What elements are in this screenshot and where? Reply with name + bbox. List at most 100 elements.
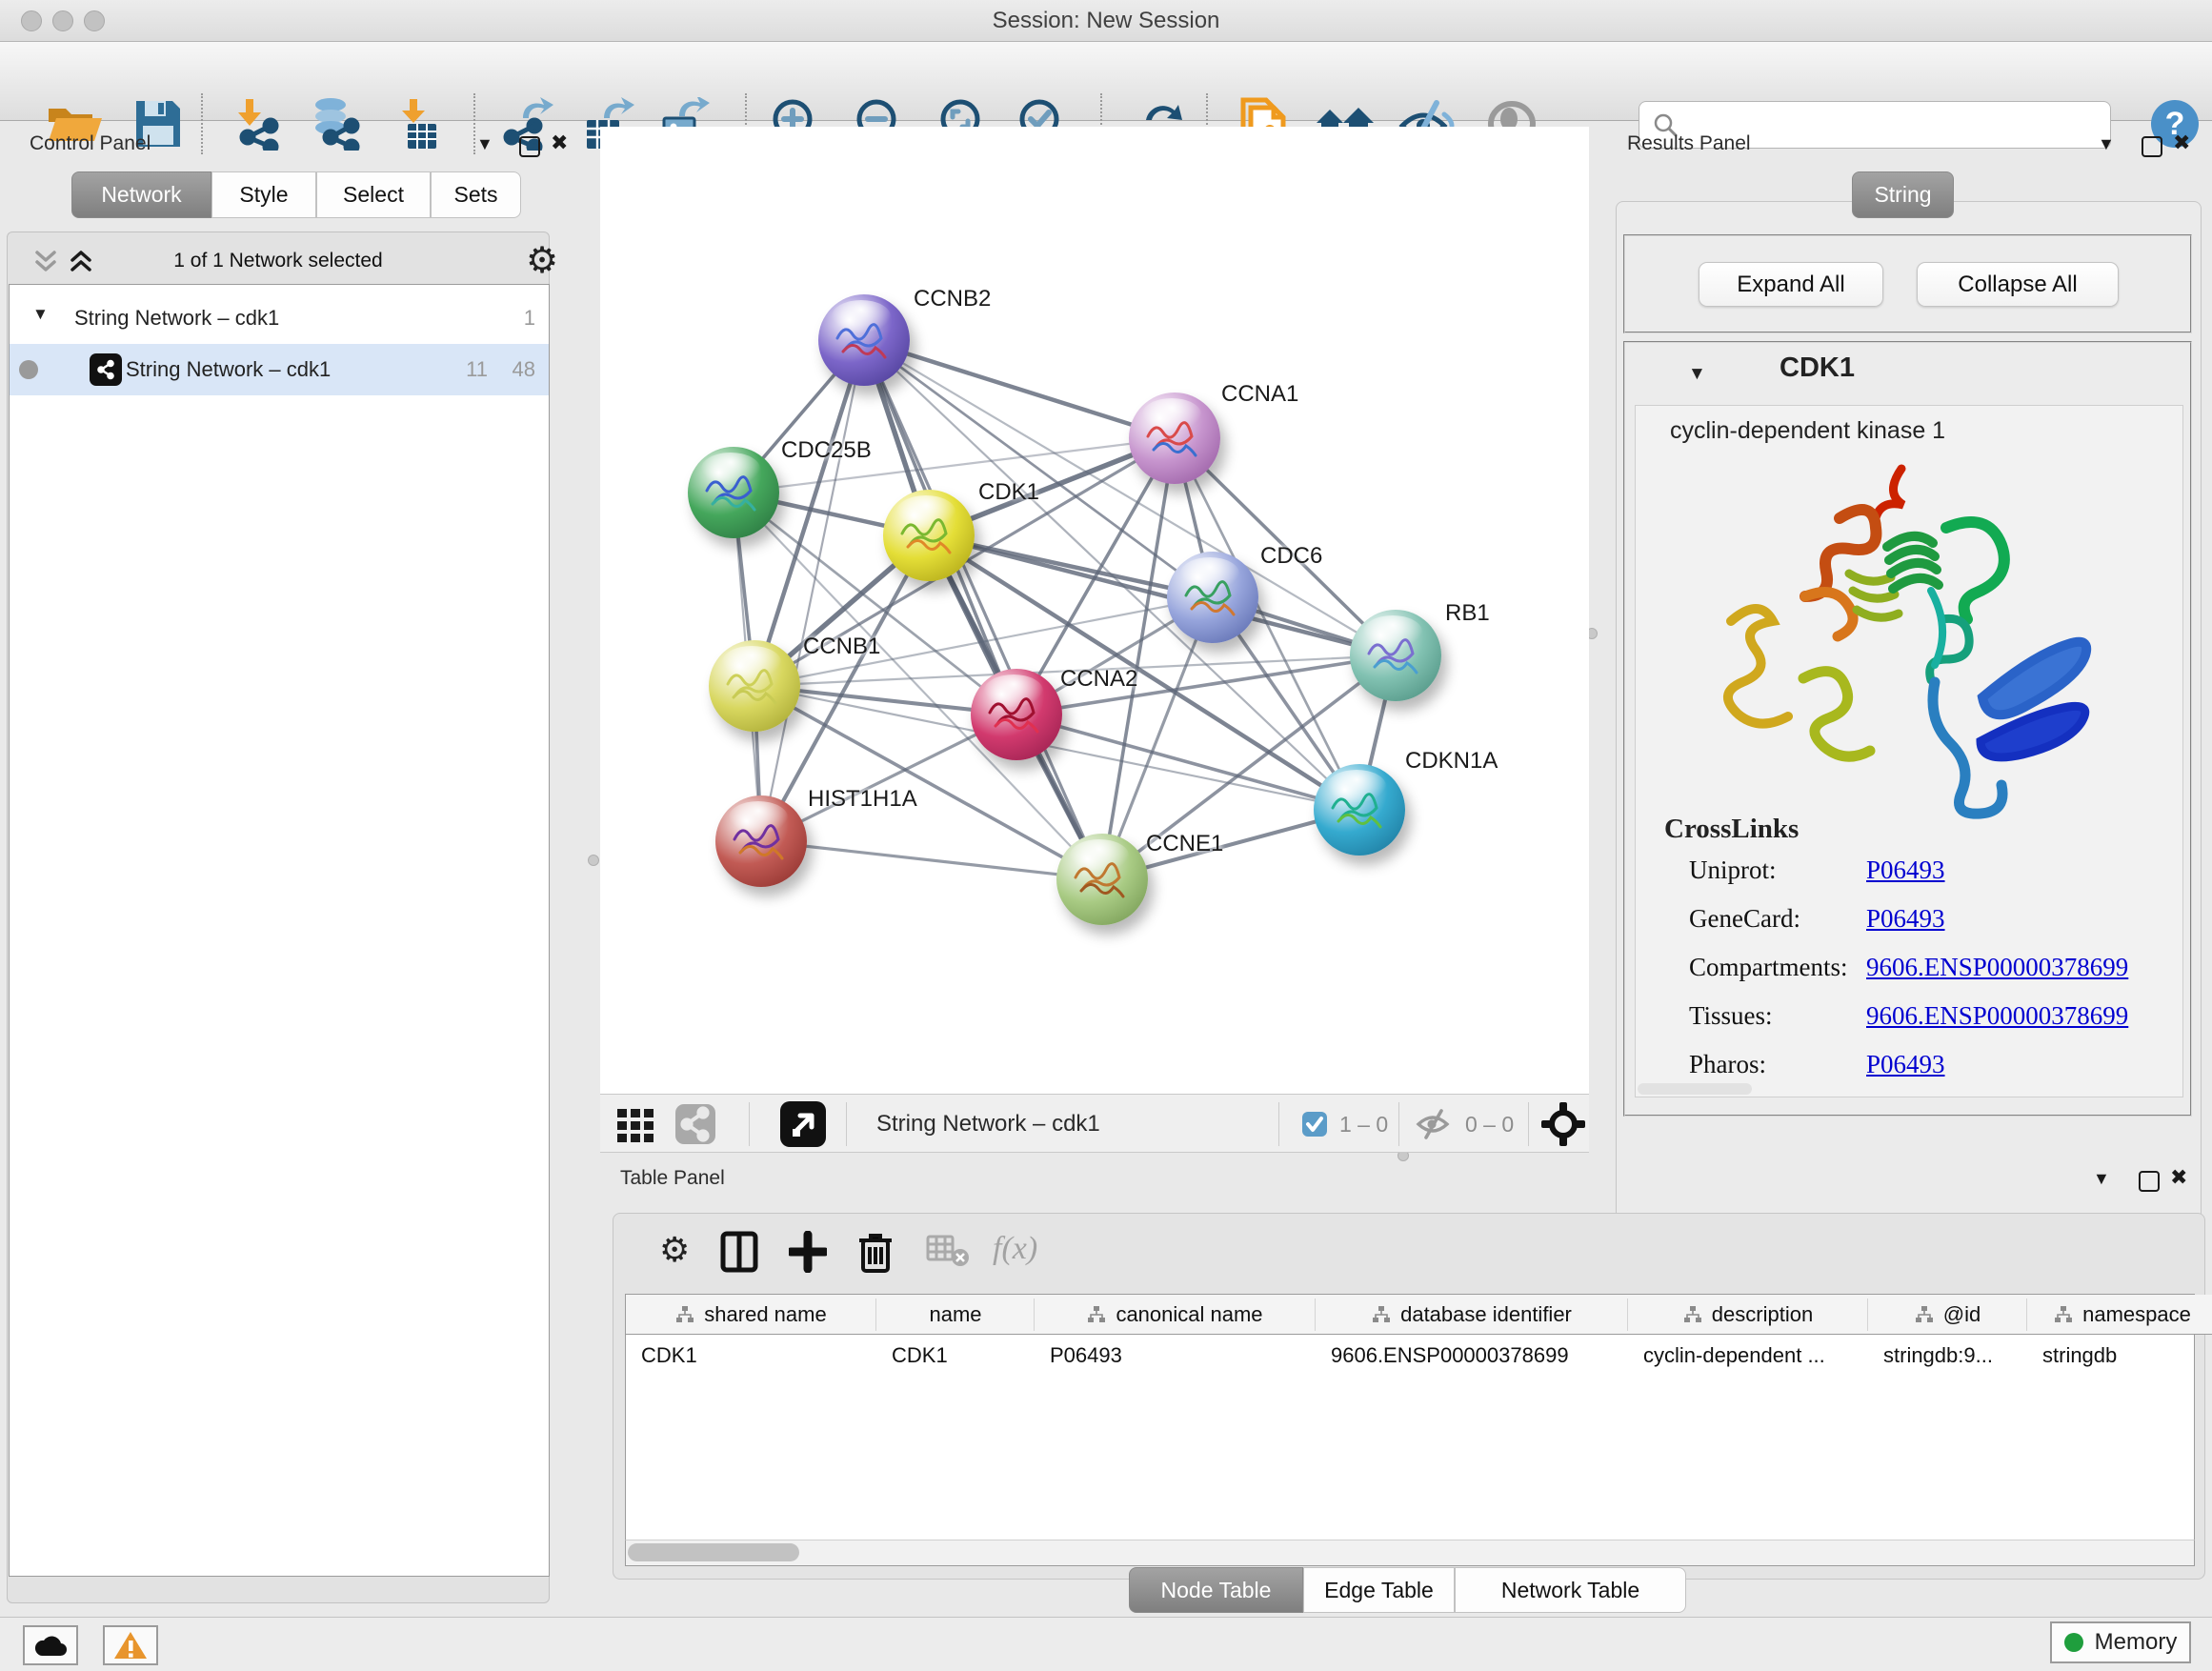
table-cell[interactable]: P06493 [1035,1335,1316,1377]
crosslink-link[interactable]: P06493 [1866,1050,1945,1078]
node-structure-icon [1323,779,1396,842]
panel-menu-icon[interactable]: ▼ [2098,134,2115,154]
node-label-ccnb2: CCNB2 [914,286,991,312]
network-edge[interactable] [761,340,864,841]
close-panel-icon[interactable]: ✖ [2173,131,2190,155]
table-cell[interactable]: CDK1 [876,1335,1035,1377]
table-cell[interactable]: CDK1 [626,1335,876,1377]
birdseye-icon [779,1100,827,1148]
collection-expand-icon[interactable]: ▼ [32,305,49,324]
entry-collapse-icon[interactable]: ▼ [1688,364,1706,385]
tab-sets[interactable]: Sets [431,171,521,218]
network-edge[interactable] [864,340,1175,438]
crosslink-link[interactable]: P06493 [1866,904,1945,933]
node-count: 11 [466,357,488,382]
network-node-cdkn1a[interactable] [1314,764,1405,856]
table-cell[interactable]: stringdb:9... [1868,1335,2027,1377]
table-cell[interactable]: 9606.ENSP00000378699 [1316,1335,1628,1377]
crosslink-row: Tissues:9606.ENSP00000378699 [1689,1001,2128,1031]
status-separator [1278,1102,1279,1146]
memory-status-dot [2064,1633,2083,1652]
cloud-status-button[interactable] [23,1625,78,1665]
tab-network-table[interactable]: Network Table [1455,1567,1686,1613]
show-grid-button[interactable] [615,1095,657,1154]
network-canvas[interactable]: CCNB2 CCNA1 CDC25B CDK1 CDC6 [600,127,1589,1094]
tab-network[interactable]: Network [71,171,211,218]
tab-style[interactable]: Style [211,171,316,218]
collapse-all-button[interactable]: Collapse All [1917,262,2119,307]
status-bar: Memory [0,1617,2212,1671]
column-header-canonical-name[interactable]: canonical name [1035,1295,1316,1335]
network-node-ccne1[interactable] [1056,834,1148,925]
delete-table-icon[interactable] [926,1231,970,1269]
close-panel-icon[interactable]: ✖ [551,131,568,155]
column-header-shared-name[interactable]: shared name [626,1295,876,1335]
panel-menu-icon[interactable]: ▼ [476,134,493,154]
table-cell[interactable]: cyclin-dependent ... [1628,1335,1868,1377]
entry-name: CDK1 [1780,352,1855,384]
network-node-cdk1[interactable] [883,490,975,581]
expand-all-button[interactable]: Expand All [1699,262,1883,307]
function-builder-icon[interactable]: f(x) [993,1231,1037,1267]
column-header-description[interactable]: description [1628,1295,1868,1335]
float-panel-icon[interactable] [2142,136,2162,157]
hidden-eye-icon[interactable] [1416,1109,1454,1139]
network-node-ccna1[interactable] [1129,393,1220,484]
network-list: ▼ String Network – cdk1 1 String Network… [9,284,550,1577]
table-settings-gear-icon[interactable]: ⚙ [659,1231,690,1270]
memory-button[interactable]: Memory [2050,1621,2191,1663]
network-edges [600,127,1589,1094]
column-label: name [929,1302,981,1327]
column-header-database-identifier[interactable]: database identifier [1316,1295,1628,1335]
tab-select[interactable]: Select [316,171,431,218]
tab-edge-table[interactable]: Edge Table [1303,1567,1455,1613]
float-panel-icon[interactable] [2139,1171,2160,1192]
table-hscrollbar[interactable] [625,1540,2195,1566]
network-edge[interactable] [761,841,1102,879]
fit-selected-button[interactable] [1541,1095,1585,1154]
network-row-selected[interactable]: String Network – cdk1 11 48 [10,344,549,395]
button-label: Collapse All [1958,272,2077,298]
column-header-namespace[interactable]: namespace [2027,1295,2212,1335]
crosslink-link[interactable]: P06493 [1866,856,1945,884]
network-node-ccnb1[interactable] [709,640,800,732]
network-node-ccna2[interactable] [971,669,1062,760]
network-share-button[interactable] [674,1095,716,1154]
tab-string[interactable]: String [1852,171,1954,218]
entry-hscroll-thumb[interactable] [1638,1083,1752,1095]
column-header-name[interactable]: name [876,1295,1035,1335]
crosslink-link[interactable]: 9606.ENSP00000378699 [1866,1001,2128,1030]
node-structure-icon [1066,849,1138,912]
table-panel-body: ⚙ f(x) shared namename canonical [613,1213,2205,1580]
crosslink-link[interactable]: 9606.ENSP00000378699 [1866,953,2128,981]
network-status-title: String Network – cdk1 [876,1095,1100,1154]
titlebar: Session: New Session [0,0,2212,42]
network-edge[interactable] [929,535,1396,655]
show-columns-icon[interactable] [720,1231,758,1273]
close-panel-icon[interactable]: ✖ [2170,1166,2187,1190]
network-options-gear-icon[interactable]: ⚙ [526,239,558,281]
tab-node-table[interactable]: Node Table [1129,1567,1303,1613]
delete-column-icon[interactable] [857,1231,894,1275]
left-splitter-handle[interactable] [588,855,599,866]
add-column-icon[interactable] [789,1231,827,1273]
column-header--id[interactable]: @id [1868,1295,2027,1335]
table-cell[interactable]: stringdb [2027,1335,2212,1377]
tab-label: Edge Table [1324,1578,1434,1603]
warning-status-button[interactable] [103,1625,158,1665]
network-node-ccnb2[interactable] [818,294,910,386]
float-panel-icon[interactable] [519,136,540,157]
selected-checkbox-icon[interactable] [1301,1111,1328,1137]
network-node-cdc6[interactable] [1167,552,1258,643]
table-hscroll-thumb[interactable] [628,1543,799,1561]
panel-menu-icon[interactable]: ▼ [2093,1169,2110,1189]
tab-label: Network [101,182,181,208]
network-node-hist1h1a[interactable] [715,795,807,887]
network-node-rb1[interactable] [1350,610,1441,701]
network-collection-row[interactable]: ▼ String Network – cdk1 1 [10,292,549,344]
hidden-counts-group: 0 – 0 [1416,1095,1514,1154]
node-label-ccne1: CCNE1 [1146,831,1223,857]
birdseye-view-button[interactable] [779,1095,827,1154]
status-separator [846,1102,847,1146]
network-node-cdc25b[interactable] [688,447,779,538]
